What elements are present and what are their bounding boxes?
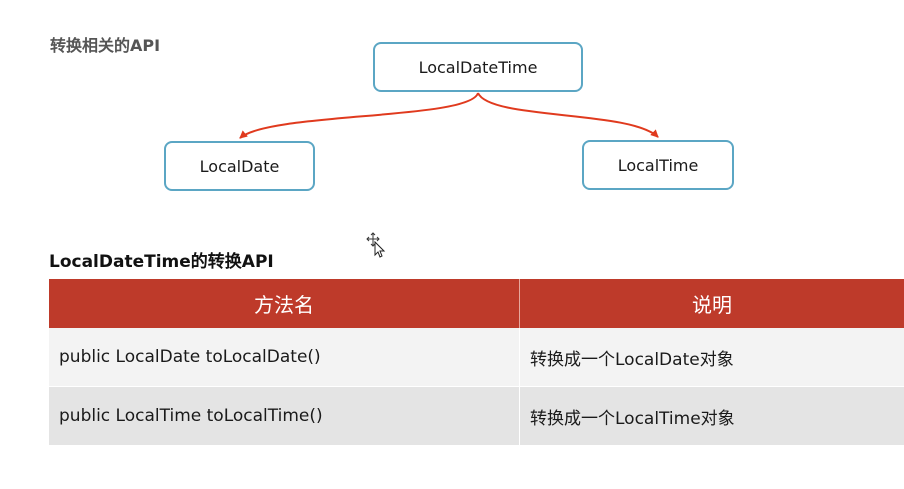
diagram-connectors [239,92,659,139]
arrow-to-localtime [477,92,659,138]
header-method: 方法名 [49,279,520,328]
table-title: LocalDateTime的转换API [49,252,274,272]
node-localdate: LocalDate [164,141,315,191]
node-localdatetime: LocalDateTime [373,42,583,92]
conversion-diagram: LocalDateTime LocalDate LocalTime [0,0,904,240]
table-row: public LocalTime toLocalTime() 转换成一个Loca… [49,386,904,445]
arrow-to-localdate [239,92,479,139]
table-header-row: 方法名 说明 [49,279,904,328]
method-cell: public LocalTime toLocalTime() [49,386,520,445]
description-cell: 转换成一个LocalDate对象 [519,328,904,387]
node-localdatetime-label: LocalDateTime [418,57,538,77]
header-description: 说明 [519,279,904,328]
node-localtime: LocalTime [582,140,734,190]
method-cell: public LocalDate toLocalDate() [49,328,520,387]
node-localtime-label: LocalTime [617,155,699,175]
api-table: 方法名 说明 public LocalDate toLocalDate() 转换… [49,279,904,445]
move-cursor-icon [365,232,387,262]
description-cell: 转换成一个LocalTime对象 [519,386,904,445]
table-row: public LocalDate toLocalDate() 转换成一个Loca… [49,328,904,387]
node-localdate-label: LocalDate [199,156,280,176]
